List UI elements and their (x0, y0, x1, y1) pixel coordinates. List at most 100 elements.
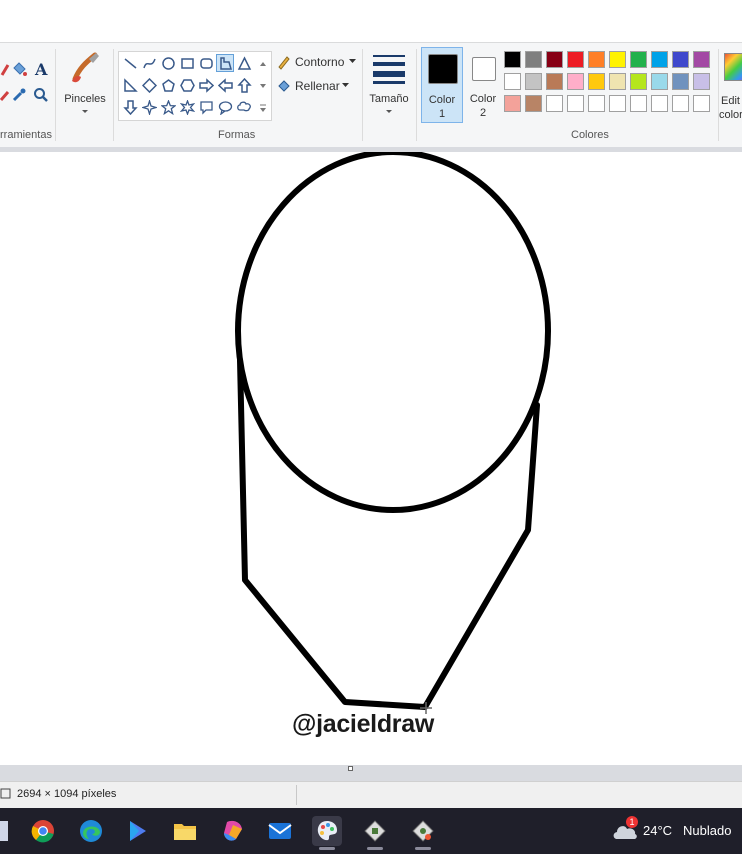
weather-temperature: 24°C (643, 823, 673, 838)
rectangle-shape-icon[interactable] (178, 54, 196, 72)
chrome-taskbar-button[interactable] (28, 816, 58, 846)
rounded-rect-shape-icon[interactable] (197, 54, 215, 72)
palette-color-swatch[interactable] (546, 73, 563, 90)
running-indicator (415, 847, 431, 850)
expand-icon (260, 104, 266, 112)
edge-taskbar-button[interactable] (76, 816, 106, 846)
canvas-dimensions: 2694 × 1094 píxeles (17, 788, 117, 800)
palette-color-swatch[interactable] (630, 73, 647, 90)
palette-color-swatch[interactable] (630, 51, 647, 68)
palette-color-swatch[interactable] (609, 73, 626, 90)
callout-cloud-shape-icon[interactable] (235, 98, 253, 116)
palette-color-swatch[interactable] (651, 73, 668, 90)
copilot-taskbar-button[interactable] (123, 816, 153, 846)
palette-color-swatch[interactable] (672, 51, 689, 68)
edit-colors-button[interactable]: Edit color (719, 49, 742, 125)
palette-color-swatch[interactable] (546, 51, 563, 68)
right-arrow-shape-icon[interactable] (197, 76, 215, 94)
brushes-button[interactable]: Pinceles (60, 49, 110, 125)
palette-color-swatch[interactable] (588, 73, 605, 90)
text-icon[interactable]: A (33, 60, 49, 78)
fill-dropdown[interactable]: Rellenar (276, 77, 358, 95)
palette-color-swatch[interactable] (525, 51, 542, 68)
size-button[interactable]: Tamaño (366, 49, 412, 125)
separator (362, 49, 363, 141)
palette-color-swatch[interactable] (525, 73, 542, 90)
shapes-scroll-up[interactable] (258, 56, 268, 72)
palette-color-swatch[interactable] (651, 51, 668, 68)
rainbow-icon (724, 53, 742, 81)
file-explorer-taskbar-button[interactable] (170, 816, 200, 846)
diamond-shape-icon[interactable] (140, 76, 158, 94)
tools-group-label: rramientas (0, 129, 52, 141)
shapes-group-label: Formas (218, 129, 256, 141)
weather-description: Nublado (683, 823, 732, 838)
edge-icon (80, 820, 102, 842)
palette-color-swatch[interactable] (588, 95, 605, 112)
magnifier-icon[interactable] (33, 87, 49, 103)
palette-color-swatch[interactable] (504, 95, 521, 112)
down-arrow-shape-icon[interactable] (121, 98, 139, 116)
palette-color-swatch[interactable] (630, 95, 647, 112)
shapes-scroll-down[interactable] (258, 78, 268, 94)
color-picker-icon[interactable] (11, 87, 27, 103)
palette-color-swatch[interactable] (504, 51, 521, 68)
palette-color-swatch[interactable] (609, 95, 626, 112)
shapes-expand[interactable] (258, 100, 268, 116)
color1-button[interactable]: Color 1 (421, 47, 463, 123)
palette-color-swatch[interactable] (567, 51, 584, 68)
callout-rect-shape-icon[interactable] (197, 98, 215, 116)
right-triangle-shape-icon[interactable] (121, 76, 139, 94)
callout-oval-shape-icon[interactable] (216, 98, 234, 116)
shapes-gallery[interactable] (118, 51, 272, 121)
triangle-shape-icon[interactable] (235, 54, 253, 72)
weather-widget[interactable]: 1 24°C Nublado (612, 816, 742, 846)
palette-color-swatch[interactable] (567, 95, 584, 112)
drawing-canvas[interactable]: @jacieldraw (0, 152, 742, 765)
chevron-down-icon (349, 59, 356, 63)
color2-button[interactable]: Color 2 (464, 47, 502, 123)
app-taskbar-button-1[interactable] (360, 816, 390, 850)
brushes-label: Pinceles (64, 93, 106, 105)
palette-color-swatch[interactable] (609, 51, 626, 68)
palette-color-swatch[interactable] (672, 73, 689, 90)
line-shape-icon[interactable] (121, 54, 139, 72)
pentagon-shape-icon[interactable] (159, 76, 177, 94)
outline-label: Contorno (295, 55, 345, 69)
microsoft365-taskbar-button[interactable] (218, 816, 248, 846)
palette-color-swatch[interactable] (567, 73, 584, 90)
palette-color-swatch[interactable] (525, 95, 542, 112)
active-indicator (319, 847, 335, 850)
star4-shape-icon[interactable] (140, 98, 158, 116)
title-area (0, 0, 742, 42)
palette-color-swatch[interactable] (651, 95, 668, 112)
palette-color-swatch[interactable] (693, 51, 710, 68)
palette-color-swatch[interactable] (693, 73, 710, 90)
star5-shape-icon[interactable] (159, 98, 177, 116)
app-taskbar-button-2[interactable] (408, 816, 438, 850)
palette-color-swatch[interactable] (588, 51, 605, 68)
palette-color-swatch[interactable] (672, 95, 689, 112)
mail-taskbar-button[interactable] (265, 816, 295, 846)
palette-color-swatch[interactable] (693, 95, 710, 112)
curve-shape-icon[interactable] (140, 54, 158, 72)
pencil-icon[interactable] (0, 63, 10, 77)
oval-shape-icon[interactable] (159, 54, 177, 72)
hexagon-shape-icon[interactable] (178, 76, 196, 94)
color1-swatch (428, 54, 458, 84)
chevron-down-icon (82, 110, 88, 113)
polygon-shape-icon[interactable] (216, 54, 234, 72)
palette-color-swatch[interactable] (504, 73, 521, 90)
palette-color-swatch[interactable] (546, 95, 563, 112)
left-arrow-shape-icon[interactable] (216, 76, 234, 94)
outline-dropdown[interactable]: Contorno (276, 53, 358, 71)
fill-bucket-icon[interactable] (10, 60, 28, 78)
chevron-down-icon (342, 83, 349, 87)
star6-shape-icon[interactable] (178, 98, 196, 116)
up-arrow-shape-icon[interactable] (235, 76, 253, 94)
size-label: Tamaño (369, 93, 409, 105)
paint-taskbar-button[interactable] (312, 816, 342, 850)
fill-label: Rellenar (295, 79, 340, 93)
eraser-icon[interactable] (0, 88, 10, 102)
canvas-resize-handle[interactable] (348, 766, 353, 771)
